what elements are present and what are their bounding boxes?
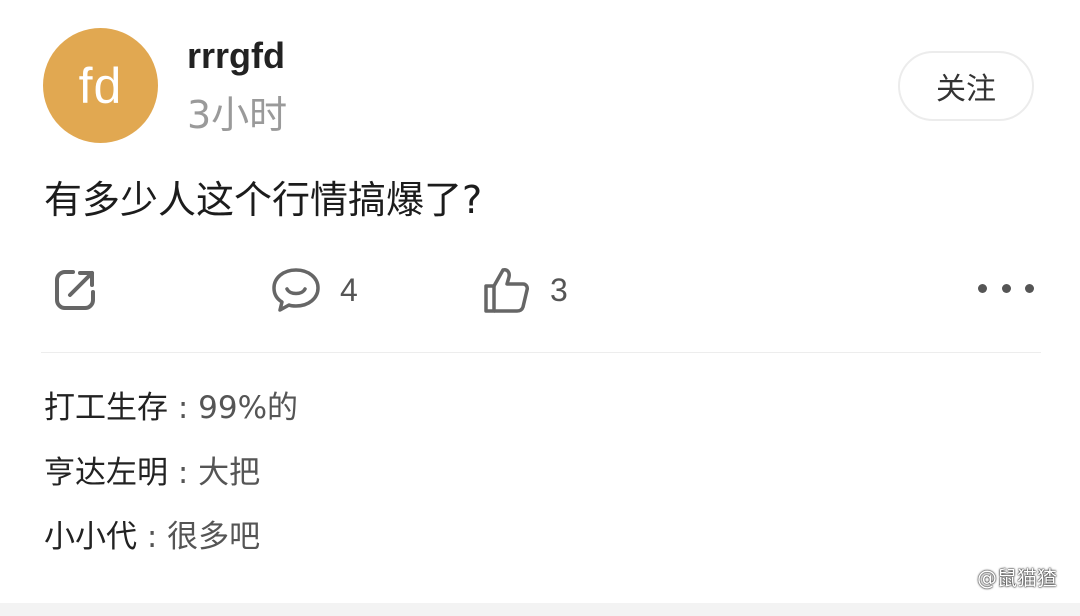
username[interactable]: rrrgfd	[187, 32, 285, 80]
comment-text: 很多吧	[167, 519, 261, 555]
comment-user[interactable]: 打工生存	[44, 390, 168, 426]
comment-separator: :	[168, 390, 199, 426]
comment-button[interactable]: 4	[270, 262, 358, 318]
post-content: 有多少人这个行情搞爆了?	[44, 178, 483, 222]
more-icon-dot	[1025, 283, 1034, 293]
comment-separator: :	[137, 519, 168, 555]
comment-text: 99%的	[198, 390, 299, 426]
more-icon	[978, 283, 987, 293]
more-button[interactable]	[978, 278, 1034, 298]
follow-button[interactable]: 关注	[898, 51, 1034, 121]
comment-text: 大把	[198, 455, 261, 491]
platform-logo-icon	[958, 566, 969, 587]
more-icon-dot	[1001, 283, 1011, 293]
share-button[interactable]	[51, 262, 99, 318]
avatar[interactable]: fd	[43, 28, 158, 143]
comment-item[interactable]: 小小代 : 很多吧	[44, 515, 260, 559]
watermark: @鼠猫猹	[955, 562, 1057, 591]
comment-count: 4	[340, 271, 358, 308]
follow-button-label: 关注	[936, 72, 996, 107]
comment-item[interactable]: 打工生存 : 99%的	[44, 386, 298, 430]
bottom-bar	[0, 603, 1080, 616]
comment-user[interactable]: 亨达左明	[44, 455, 168, 491]
comment-icon	[272, 268, 320, 312]
thumbs-up-icon	[484, 268, 529, 313]
comment-user[interactable]: 小小代	[44, 519, 137, 555]
like-button[interactable]: 3	[482, 262, 568, 318]
post-time: 3小时	[187, 93, 288, 137]
share-icon	[55, 270, 95, 310]
comment-item[interactable]: 亨达左明 : 大把	[44, 451, 260, 495]
watermark-text: @鼠猫猹	[977, 566, 1057, 590]
comment-separator: :	[168, 455, 199, 491]
post-card: fd rrrgfd 3小时 关注 有多少人这个行情搞爆了? 4 3 打工生存:…	[0, 0, 1080, 616]
avatar-initials: fd	[78, 57, 123, 114]
divider	[41, 352, 1041, 353]
like-count: 3	[550, 271, 568, 308]
